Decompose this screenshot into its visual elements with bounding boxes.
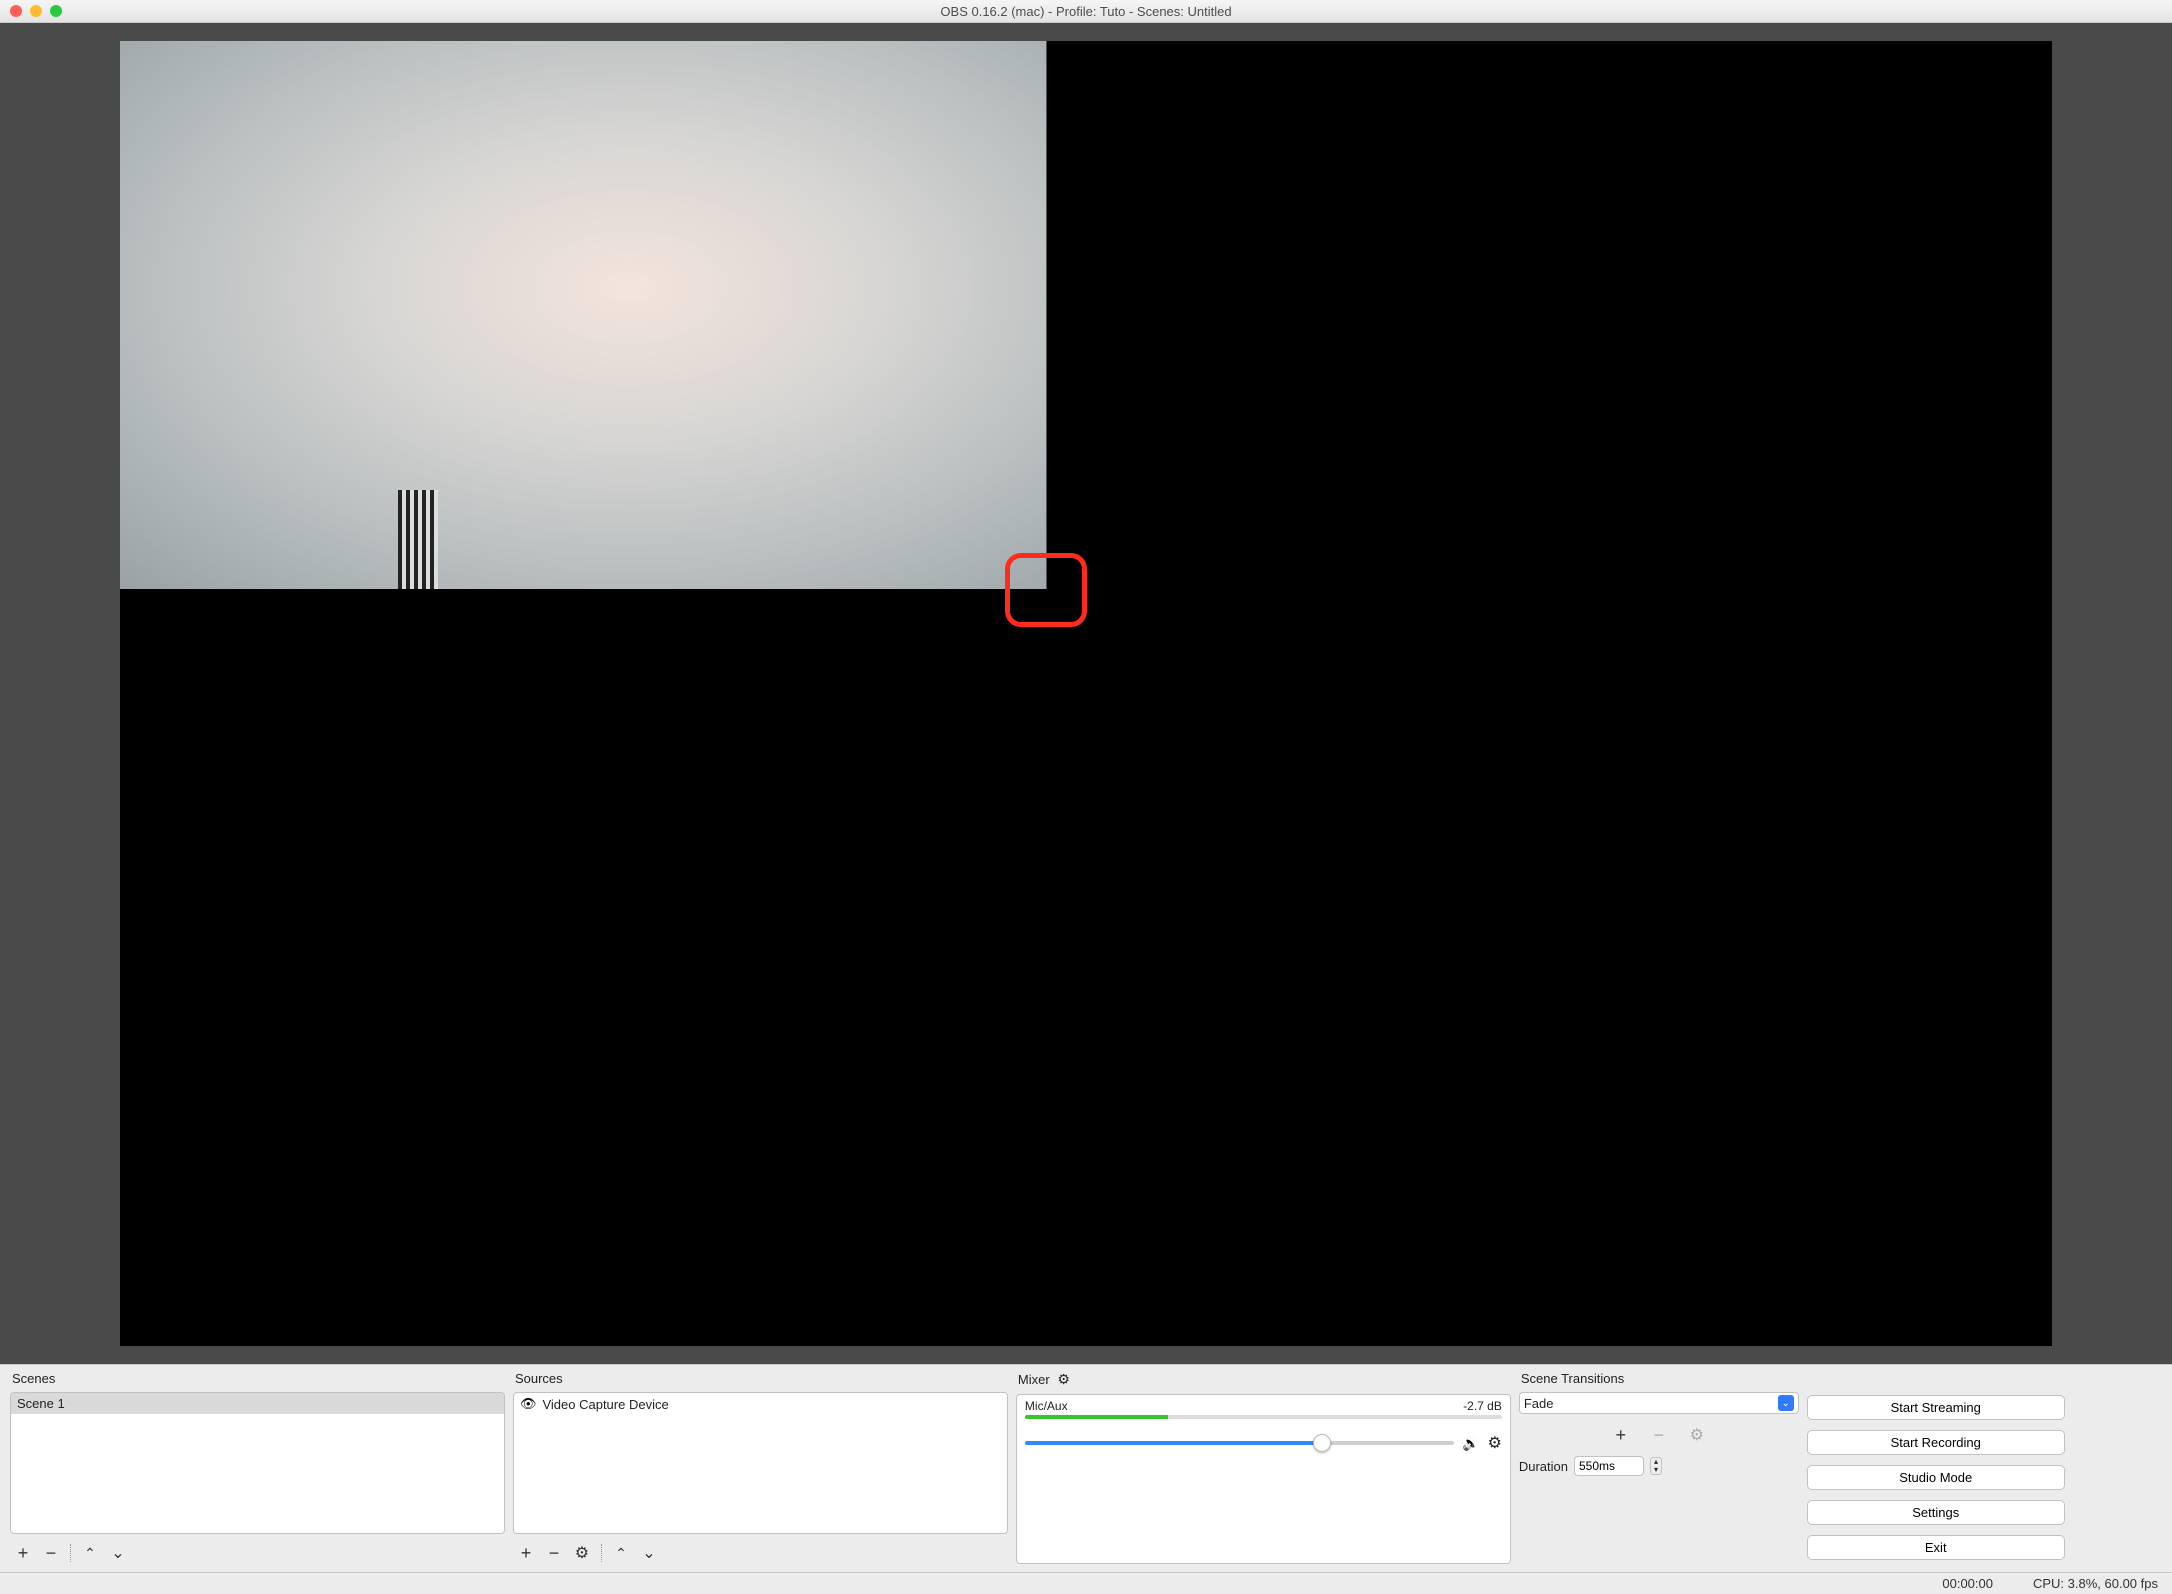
scenes-add-button[interactable] [10,1542,36,1564]
window-titlebar: OBS 0.16.2 (mac) - Profile: Tuto - Scene… [0,0,2172,23]
transition-duration-input[interactable] [1574,1456,1644,1476]
mixer-volume-slider[interactable] [1025,1441,1454,1445]
start-streaming-button[interactable]: Start Streaming [1807,1395,2065,1420]
settings-button[interactable]: Settings [1807,1500,2065,1525]
sources-list[interactable]: Video Capture Device [513,1392,1008,1534]
window-title: OBS 0.16.2 (mac) - Profile: Tuto - Scene… [0,4,2172,19]
sources-header: Sources [513,1371,1008,1386]
scenes-header: Scenes [10,1371,505,1386]
speaker-icon[interactable] [1462,1435,1479,1452]
scenes-remove-button[interactable] [38,1542,64,1564]
source-item-label: Video Capture Device [542,1397,668,1412]
scenes-panel: Scenes Scene 1 [10,1371,505,1564]
scenes-list[interactable]: Scene 1 [10,1392,505,1534]
sources-add-button[interactable] [513,1542,539,1564]
preview-canvas[interactable] [120,41,2052,1346]
start-recording-button[interactable]: Start Recording [1807,1430,2065,1455]
window-minimize-button[interactable] [30,5,42,17]
source-preview-video-capture[interactable] [120,41,1047,589]
scene-item-label: Scene 1 [17,1396,65,1411]
select-caret-icon: ⌄ [1778,1395,1794,1411]
mixer-channel-gear-icon[interactable] [1488,1433,1502,1453]
mixer-channel-name: Mic/Aux [1025,1399,1068,1413]
mixer-header: Mixer [1016,1371,1511,1388]
transition-selected-label: Fade [1524,1396,1554,1411]
mixer-level-db: -2.7 dB [1463,1399,1502,1413]
transition-remove-button[interactable] [1646,1424,1672,1446]
eye-icon[interactable] [520,1396,537,1412]
sources-toolbar [513,1540,1008,1564]
transitions-header: Scene Transitions [1519,1371,1799,1386]
preview-area[interactable] [0,23,2172,1364]
mixer-settings-icon[interactable] [1057,1371,1070,1388]
transitions-panel: Scene Transitions Fade ⌄ Duration ▴ ▾ [1519,1371,1799,1564]
toolbar-separator [601,1544,602,1562]
sources-move-up-button[interactable] [608,1542,634,1564]
mixer-vu-meter [1025,1415,1502,1419]
transition-duration-label: Duration [1519,1459,1568,1474]
transition-select[interactable]: Fade ⌄ [1519,1392,1799,1414]
scenes-toolbar [10,1540,505,1564]
source-item[interactable]: Video Capture Device [514,1393,1007,1415]
controls-panel: Start Streaming Start Recording Studio M… [1807,1371,2065,1564]
exit-button[interactable]: Exit [1807,1535,2065,1560]
transition-properties-button[interactable] [1684,1424,1710,1446]
sources-panel: Sources Video Capture Device [513,1371,1008,1564]
scene-item[interactable]: Scene 1 [11,1393,504,1414]
webcam-object [398,490,438,589]
stepper-down-icon[interactable]: ▾ [1651,1466,1661,1474]
scenes-move-down-button[interactable] [105,1542,131,1564]
transition-add-button[interactable] [1608,1424,1634,1446]
bottom-dock: Scenes Scene 1 Sources Video Capture Dev… [0,1364,2172,1572]
sources-properties-button[interactable] [569,1542,595,1564]
mixer-box: Mic/Aux -2.7 dB [1016,1394,1511,1564]
sources-remove-button[interactable] [541,1542,567,1564]
status-cpu-fps: CPU: 3.8%, 60.00 fps [2033,1576,2158,1591]
studio-mode-button[interactable]: Studio Mode [1807,1465,2065,1490]
transition-duration-stepper[interactable]: ▴ ▾ [1650,1457,1662,1475]
mixer-header-label: Mixer [1018,1372,1050,1387]
scenes-move-up-button[interactable] [77,1542,103,1564]
window-zoom-button[interactable] [50,5,62,17]
toolbar-separator [70,1544,71,1562]
window-close-button[interactable] [10,5,22,17]
status-time: 00:00:00 [1942,1576,1993,1591]
sources-move-down-button[interactable] [636,1542,662,1564]
mixer-panel: Mixer Mic/Aux -2.7 dB [1016,1371,1511,1564]
status-bar: 00:00:00 CPU: 3.8%, 60.00 fps [0,1572,2172,1594]
